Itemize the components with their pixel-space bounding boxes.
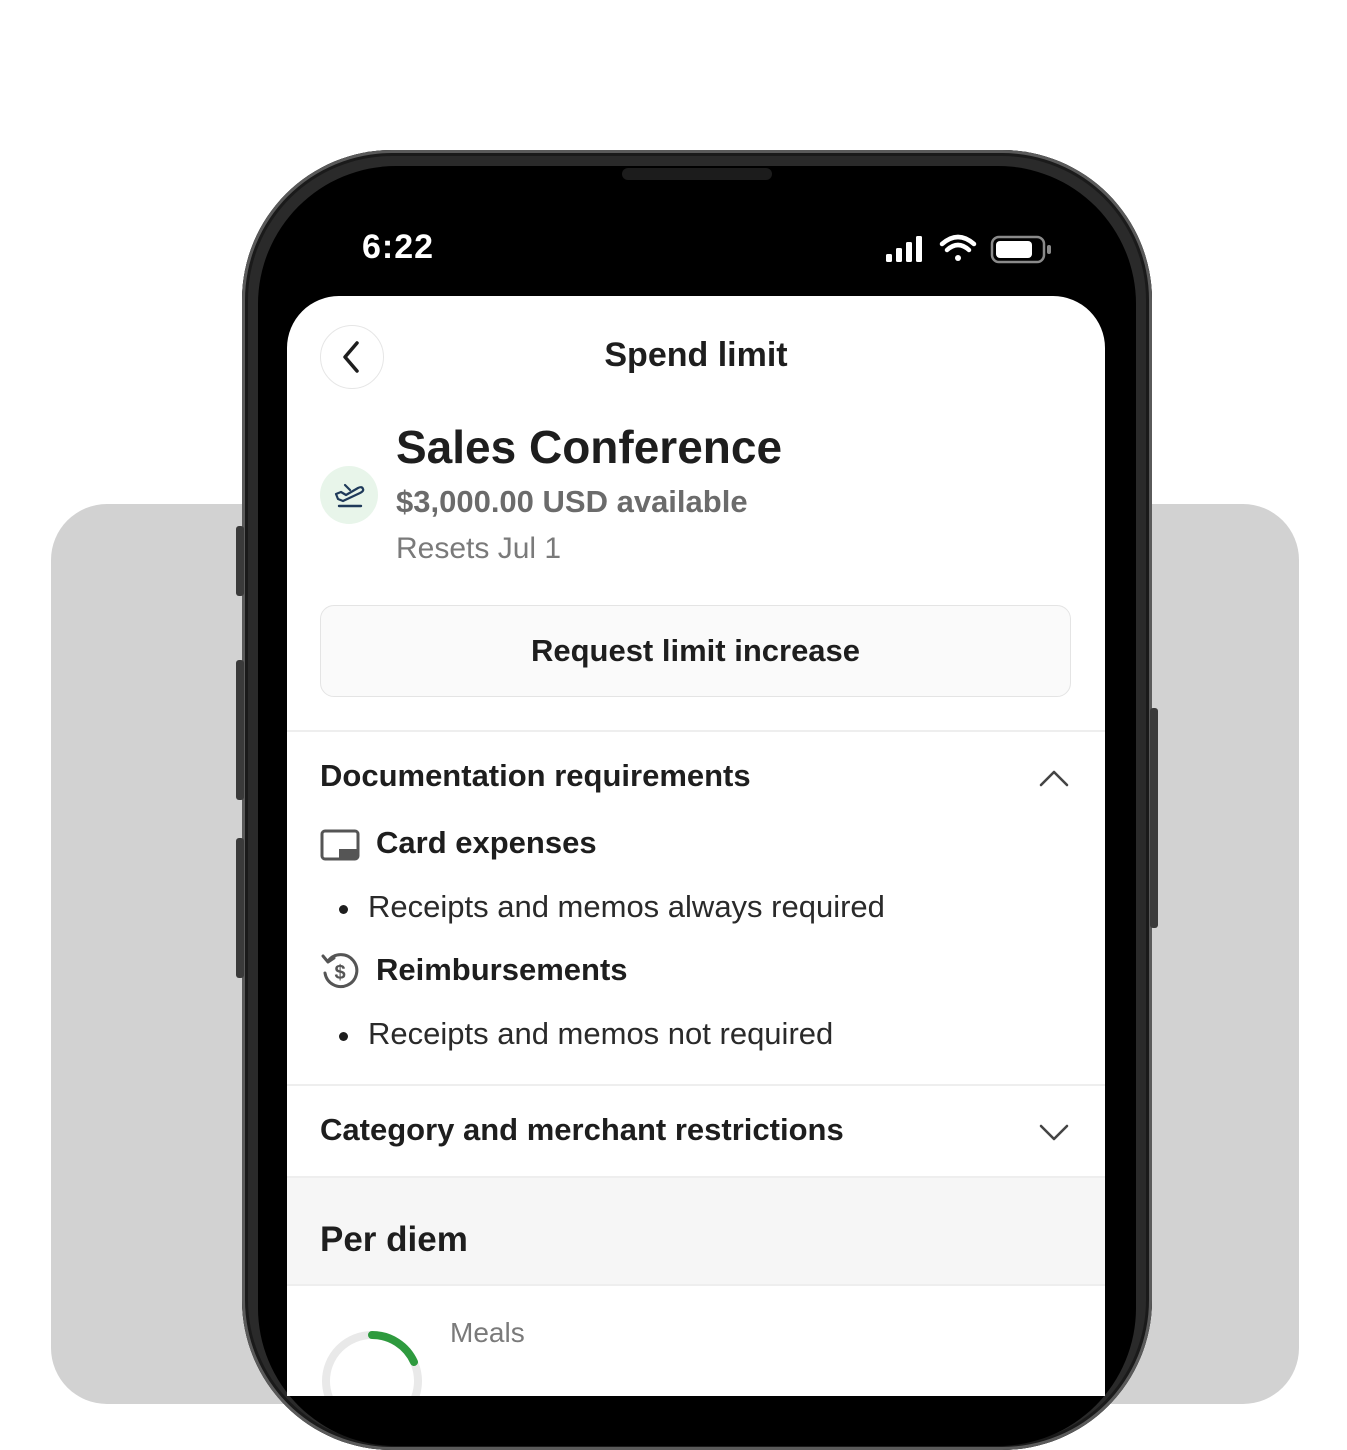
card-expenses-rule: Receipts and memos always required — [368, 889, 885, 924]
bullet — [339, 1032, 348, 1041]
limit-icon-badge — [320, 466, 378, 524]
phone-mute-switch — [236, 526, 244, 596]
wifi-icon — [939, 234, 977, 261]
status-time: 6:22 — [362, 228, 435, 266]
page-title: Spend limit — [604, 336, 788, 374]
status-icons — [886, 234, 1051, 264]
sheet-header: Spend limit — [287, 296, 1105, 421]
svg-text:$: $ — [334, 962, 345, 984]
request-limit-increase-button[interactable]: Request limit increase — [320, 605, 1071, 697]
divider — [287, 730, 1105, 732]
bullet — [339, 905, 348, 914]
per-diem-title: Per diem — [320, 1220, 468, 1259]
app-screen: Spend limit Sales Conference $3,000.00 U… — [287, 296, 1105, 1396]
card-icon — [320, 829, 360, 861]
meals-progress-ring — [322, 1330, 422, 1396]
reimbursements-rule: Receipts and memos not required — [368, 1016, 834, 1051]
divider — [287, 1176, 1105, 1178]
restrictions-title: Category and merchant restrictions — [320, 1112, 844, 1147]
airplane-icon — [334, 483, 365, 508]
phone-power-button — [1150, 708, 1158, 928]
chevron-up-icon — [1039, 770, 1069, 787]
phone-speaker — [622, 168, 772, 180]
card-expenses-title: Card expenses — [376, 825, 597, 860]
phone-volume-up — [236, 660, 244, 800]
meals-label: Meals — [450, 1317, 525, 1348]
divider — [287, 1284, 1105, 1286]
documentation-title: Documentation requirements — [320, 758, 751, 793]
chevron-down-icon — [1039, 1124, 1069, 1141]
reimbursements-title: Reimbursements — [376, 952, 628, 987]
signal-icon — [886, 236, 922, 262]
limit-name: Sales Conference — [396, 421, 783, 473]
dollar-refresh-icon: $ — [321, 953, 359, 989]
limit-available-amount: $3,000.00 USD available — [396, 484, 748, 519]
divider — [287, 1084, 1105, 1086]
phone-volume-down — [236, 838, 244, 978]
limit-reset-date: Resets Jul 1 — [396, 532, 562, 565]
battery-icon — [990, 235, 1051, 264]
